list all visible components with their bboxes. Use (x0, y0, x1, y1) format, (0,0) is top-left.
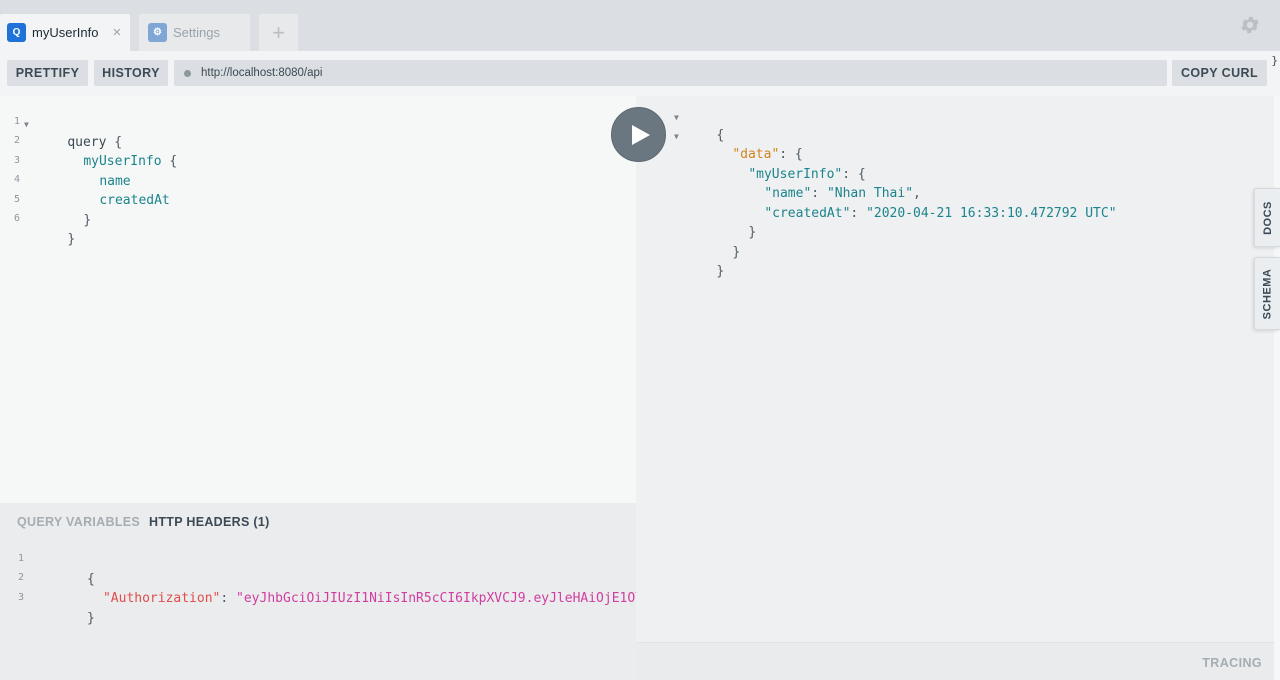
code-line: name (68, 153, 130, 189)
json-key-createdat: "createdAt" (764, 206, 851, 221)
tracing-bar[interactable]: TRACING (636, 642, 1274, 680)
tab-http-headers[interactable]: HTTP HEADERS (1) (149, 515, 270, 529)
gear-icon[interactable] (1239, 14, 1261, 36)
brace: } (67, 232, 76, 247)
code-line: "Authorization": "eyJhbGciOiJIUzI1NiIsIn… (56, 570, 636, 606)
endpoint-url-input[interactable]: http://localhost:8080/api (174, 60, 1167, 86)
line-number: 3 (13, 155, 20, 166)
tracing-label: TRACING (1202, 656, 1262, 670)
fold-arrow-icon[interactable]: ▼ (674, 113, 679, 122)
code-line: myUserInfo { (52, 133, 177, 169)
brace: } (732, 245, 741, 260)
json-line: "myUserInfo": { (717, 146, 865, 182)
line-number: 6 (13, 213, 20, 224)
fold-arrow-icon[interactable]: ▼ (24, 120, 29, 129)
line-number: 1 (17, 553, 24, 564)
tab-bar: Q myUserInfo × ⚙ Settings + (0, 0, 1280, 51)
line-number: 2 (13, 135, 20, 146)
code-line: } (36, 211, 75, 247)
docs-tab-label: DOCS (1261, 200, 1274, 235)
json-line: } (685, 243, 724, 279)
result-viewer: ▼ { ▼ "data": { "myUserInfo": { "name": … (636, 96, 1274, 642)
brace: } (86, 611, 95, 626)
close-icon[interactable]: × (112, 24, 121, 41)
code-line: } (52, 192, 91, 228)
json-line: } (701, 224, 740, 260)
query-badge-icon: Q (7, 23, 26, 42)
code-line: } (40, 590, 95, 626)
field-createdat: createdAt (99, 193, 170, 208)
toolbar: PRETTIFY HISTORY http://localhost:8080/a… (0, 51, 1280, 96)
header-key-authorization: "Authorization" (102, 591, 221, 606)
headers-editor[interactable]: 1 2 3 { "Authorization": "eyJhbGciOiJIUz… (0, 543, 636, 673)
json-line: { (685, 107, 724, 143)
brace: } (716, 264, 725, 279)
json-line: "createdAt": "2020-04-21 16:33:10.472792… (733, 185, 1116, 221)
fold-arrow-icon[interactable]: ▼ (674, 132, 679, 141)
json-line: "name": "Nhan Thai", (733, 165, 921, 201)
play-icon (631, 124, 650, 145)
schema-tab-label: SCHEMA (1261, 268, 1274, 319)
status-dot-icon (184, 70, 191, 77)
brace: } (83, 213, 92, 228)
tab-label: Settings (173, 25, 220, 40)
schema-tab[interactable]: SCHEMA (1254, 257, 1280, 330)
header-value-token: "eyJhbGciOiJIUzI1NiIsInR5cCI6IkpXVCJ9.ey… (236, 591, 636, 606)
history-button[interactable]: HISTORY (94, 60, 168, 86)
json-value-createdat: "2020-04-21 16:33:10.472792 UTC" (866, 206, 1117, 221)
settings-badge-icon: ⚙ (148, 23, 167, 42)
execute-query-button[interactable] (611, 107, 666, 162)
add-tab-button[interactable]: + (259, 14, 298, 51)
prettify-button[interactable]: PRETTIFY (7, 60, 88, 86)
code-line: createdAt (68, 172, 169, 208)
code-line: { (40, 551, 95, 587)
query-editor[interactable]: 1 ▼ 2 3 4 5 6 query { myUserInfo { name … (0, 96, 636, 503)
variables-pane: QUERY VARIABLES HTTP HEADERS (1) 1 2 3 {… (0, 503, 636, 680)
punctuation: : (850, 206, 867, 221)
endpoint-url-text: http://localhost:8080/api (201, 67, 323, 79)
line-number: 3 (17, 592, 24, 603)
line-number: 4 (13, 174, 20, 185)
tab-query-variables[interactable]: QUERY VARIABLES (17, 515, 140, 529)
tab-settings[interactable]: ⚙ Settings (139, 14, 250, 51)
copy-curl-button[interactable]: COPY CURL (1172, 60, 1267, 86)
tab-myuserinfo[interactable]: Q myUserInfo × (0, 14, 130, 51)
code-line: query { (36, 114, 122, 150)
line-number: 5 (13, 194, 20, 205)
line-number: 1 (13, 116, 20, 127)
tab-label: myUserInfo (32, 25, 99, 40)
brace: } (748, 225, 757, 240)
json-line: "data": { (701, 126, 802, 162)
brace: { (161, 154, 178, 169)
overflow-brace: } (1271, 54, 1278, 67)
line-number: 2 (17, 572, 24, 583)
docs-tab[interactable]: DOCS (1254, 188, 1280, 247)
punctuation: : (220, 591, 237, 606)
json-line: } (717, 204, 756, 240)
